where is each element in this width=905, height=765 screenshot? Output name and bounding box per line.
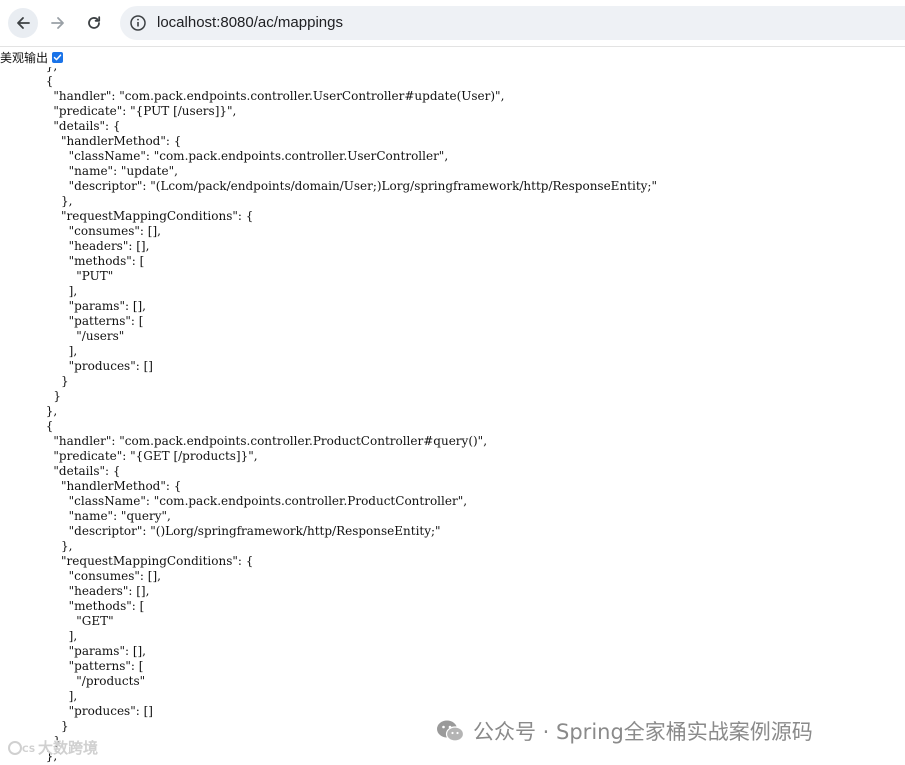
json-line: "descriptor": "(Lcom/pack/endpoints/doma…: [68, 179, 657, 193]
json-line: "methods": [: [68, 254, 145, 268]
json-line: ],: [68, 689, 78, 703]
checkmark-icon: [53, 53, 62, 60]
json-line: "details": {: [53, 119, 121, 133]
json-line: ],: [68, 284, 78, 298]
json-line: "handler": "com.pack.endpoints.controlle…: [53, 434, 488, 448]
wechat-icon: [437, 720, 465, 742]
json-line: "handlerMethod": {: [61, 134, 182, 148]
back-button[interactable]: [8, 8, 38, 38]
json-line: "consumes": [],: [68, 224, 161, 238]
arrow-left-icon: [17, 17, 30, 29]
json-line: "headers": [],: [68, 239, 150, 253]
json-body: }, { "handler": "com.pack.endpoints.cont…: [0, 67, 657, 764]
json-line: },: [61, 539, 73, 553]
json-line: "/products": [76, 674, 146, 688]
json-line: "predicate": "{PUT [/users]}",: [53, 104, 237, 118]
info-icon[interactable]: [129, 14, 147, 32]
json-line: "methods": [: [68, 599, 145, 613]
corner-watermark: CS 大数跨境: [8, 737, 98, 758]
json-line: "produces": []: [68, 359, 153, 373]
json-line: "className": "com.pack.endpoints.control…: [68, 494, 468, 508]
json-line: "handlerMethod": {: [61, 479, 182, 493]
pretty-print-checkbox[interactable]: [52, 51, 64, 63]
forward-button[interactable]: [43, 8, 73, 38]
json-line: "params": [],: [68, 644, 146, 658]
json-line: "patterns": [: [68, 659, 144, 673]
json-line: "handler": "com.pack.endpoints.controlle…: [53, 89, 505, 103]
pretty-print-row: 美观输出: [0, 47, 64, 67]
watermark-text: 公众号 · Spring全家桶实战案例源码: [473, 720, 813, 744]
json-line: }: [61, 719, 69, 733]
json-line: {: [45, 419, 54, 433]
json-line: "name": "update",: [68, 164, 178, 178]
reload-button[interactable]: [79, 8, 109, 38]
json-line: "details": {: [53, 464, 121, 478]
json-line: }: [53, 389, 62, 403]
json-line: },: [0, 67, 57, 73]
json-line: }: [61, 374, 69, 388]
url-text[interactable]: localhost:8080/ac/mappings: [157, 6, 343, 40]
json-line: "produces": []: [68, 704, 153, 718]
json-line: },: [45, 404, 58, 418]
json-line: "consumes": [],: [68, 569, 161, 583]
address-bar[interactable]: localhost:8080/ac/mappings: [120, 6, 905, 40]
logo-icon: CS: [8, 740, 35, 755]
json-line: "patterns": [: [68, 314, 144, 328]
json-line: "className": "com.pack.endpoints.control…: [68, 149, 449, 163]
json-line: {: [45, 74, 54, 88]
json-line: "GET": [76, 614, 114, 628]
json-line: },: [61, 194, 73, 208]
json-line: ],: [68, 629, 78, 643]
json-line: "/users": [76, 329, 125, 343]
json-content: }, { "handler": "com.pack.endpoints.cont…: [0, 67, 905, 765]
corner-watermark-text: 大数跨境: [38, 739, 99, 757]
arrow-right-icon: [51, 17, 64, 29]
reload-icon: [88, 16, 101, 29]
svg-text:CS: CS: [22, 745, 35, 755]
pretty-print-label: 美观输出: [0, 50, 49, 65]
json-line: "requestMappingConditions": {: [61, 209, 254, 223]
json-line: "params": [],: [68, 299, 146, 313]
json-line: "PUT": [76, 269, 114, 283]
json-line: "headers": [],: [68, 584, 150, 598]
json-line: ],: [68, 344, 78, 358]
browser-toolbar: localhost:8080/ac/mappings: [0, 0, 905, 47]
json-line: "predicate": "{GET [/products]}",: [53, 449, 258, 463]
watermark: 公众号 · Spring全家桶实战案例源码: [435, 716, 813, 746]
json-line: "requestMappingConditions": {: [61, 554, 254, 568]
json-line: "descriptor": "()Lorg/springframework/ht…: [68, 524, 441, 538]
json-line: "name": "query",: [68, 509, 171, 523]
